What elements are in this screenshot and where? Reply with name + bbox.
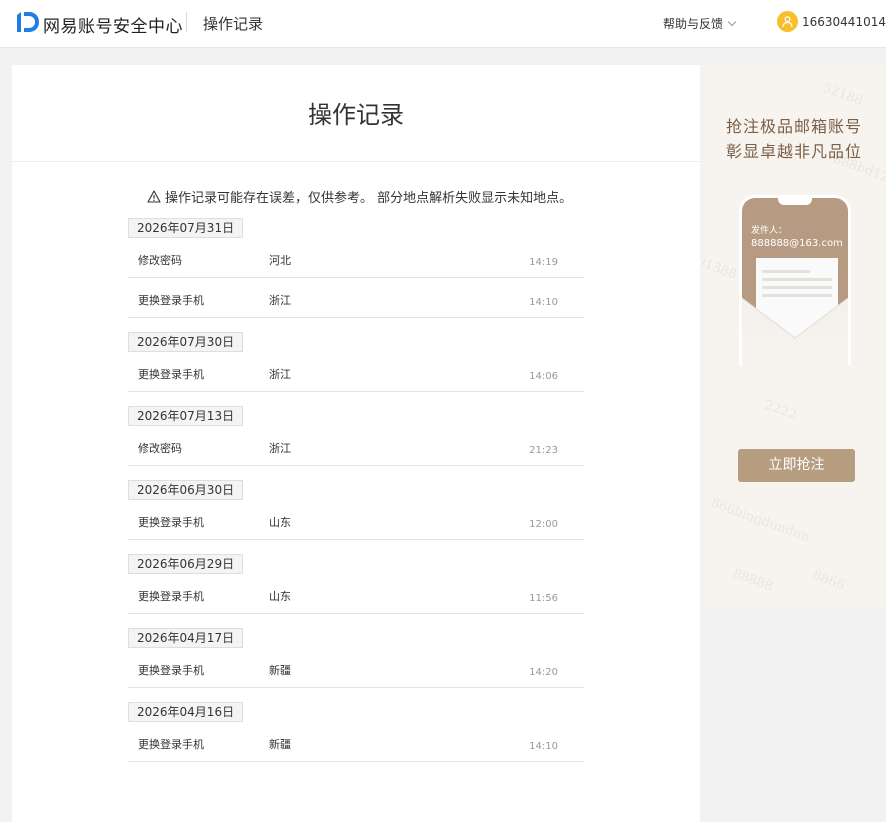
record-group: 2026年07月30日 更换登录手机 浙江 14:06 bbox=[128, 331, 584, 392]
record-group: 2026年07月13日 修改密码 浙江 21:23 bbox=[128, 405, 584, 466]
page-title: 操作记录 bbox=[308, 101, 404, 129]
help-feedback-menu[interactable]: 帮助与反馈 bbox=[663, 15, 737, 32]
sender-label: 发件人： bbox=[751, 226, 788, 236]
table-row: 更换登录手机 山东 11:56 bbox=[128, 574, 584, 614]
ad-headline-2: 彰显卓越非凡品位 bbox=[725, 142, 862, 161]
record-time: 14:10 bbox=[529, 297, 558, 308]
netease-id-logo-icon[interactable] bbox=[16, 11, 40, 33]
username: 16630441014 bbox=[802, 14, 886, 29]
top-header: 网易账号安全中心 操作记录 帮助与反馈 16630441014 bbox=[0, 0, 886, 48]
envelope-icon bbox=[742, 298, 848, 365]
email-promo-ad[interactable]: 52188 888bd12 91388 2222 866bingdundun 8… bbox=[702, 65, 886, 609]
operation-records-card: 操作记录 操作记录可能存在误差，仅供参考。 部分地点解析失败显示未知地点。 20… bbox=[12, 65, 700, 822]
record-group: 2026年06月30日 更换登录手机 山东 12:00 bbox=[128, 479, 584, 540]
table-row: 更换登录手机 浙江 14:06 bbox=[128, 352, 584, 392]
phone-notch bbox=[778, 198, 812, 205]
record-action: 更换登录手机 bbox=[138, 664, 204, 677]
title-divider bbox=[12, 161, 700, 162]
notice: 操作记录可能存在误差，仅供参考。 部分地点解析失败显示未知地点。 bbox=[147, 187, 572, 206]
user-icon bbox=[782, 16, 793, 28]
record-time: 14:06 bbox=[529, 371, 558, 382]
table-row: 更换登录手机 新疆 14:20 bbox=[128, 648, 584, 688]
header-divider bbox=[186, 12, 187, 32]
table-row: 更换登录手机 新疆 14:10 bbox=[128, 722, 584, 762]
record-location: 新疆 bbox=[269, 738, 291, 751]
date-tag: 2026年06月29日 bbox=[128, 554, 244, 574]
record-group: 2026年04月16日 更换登录手机 新疆 14:10 bbox=[128, 701, 584, 762]
table-row: 更换登录手机 浙江 14:10 bbox=[128, 278, 584, 318]
record-time: 21:23 bbox=[529, 445, 558, 456]
register-now-button[interactable]: 立即抢注 bbox=[738, 449, 855, 482]
chevron-down-icon bbox=[727, 17, 737, 26]
date-tag: 2026年07月31日 bbox=[128, 218, 244, 238]
ad-watermark: 52188 bbox=[820, 80, 865, 109]
table-row: 更换登录手机 山东 12:00 bbox=[128, 500, 584, 540]
notice-text: 操作记录可能存在误差，仅供参考。 部分地点解析失败显示未知地点。 bbox=[165, 191, 573, 206]
record-group: 2026年06月29日 更换登录手机 山东 11:56 bbox=[128, 553, 584, 614]
record-group: 2026年04月17日 更换登录手机 新疆 14:20 bbox=[128, 627, 584, 688]
record-time: 14:19 bbox=[529, 257, 558, 268]
ad-watermark: 2222 bbox=[762, 397, 799, 424]
date-tag: 2026年07月30日 bbox=[128, 332, 244, 352]
record-location: 浙江 bbox=[269, 294, 291, 307]
record-action: 更换登录手机 bbox=[138, 368, 204, 381]
record-time: 12:00 bbox=[529, 519, 558, 530]
record-action: 修改密码 bbox=[138, 442, 182, 455]
phone-illustration: 发件人： 888888@163.com bbox=[739, 195, 851, 365]
record-action: 更换登录手机 bbox=[138, 590, 204, 603]
sender-email: 888888@163.com bbox=[751, 238, 843, 249]
date-tag: 2026年04月17日 bbox=[128, 628, 244, 648]
date-tag: 2026年04月16日 bbox=[128, 702, 244, 722]
record-location: 新疆 bbox=[269, 664, 291, 677]
ad-watermark: 88888 bbox=[730, 566, 775, 595]
date-tag: 2026年07月13日 bbox=[128, 406, 244, 426]
records-list: 2026年07月31日 修改密码 河北 14:19 更换登录手机 浙江 14:1… bbox=[128, 217, 584, 762]
table-row: 修改密码 浙江 21:23 bbox=[128, 426, 584, 466]
header-page-label: 操作记录 bbox=[203, 15, 264, 33]
brand-name[interactable]: 网易账号安全中心 bbox=[43, 12, 183, 37]
table-row: 修改密码 河北 14:19 bbox=[128, 238, 584, 278]
record-action: 更换登录手机 bbox=[138, 738, 204, 751]
ad-watermark: 866bingdundun bbox=[708, 495, 812, 546]
ad-headline-1: 抢注极品邮箱账号 bbox=[725, 117, 862, 136]
record-location: 山东 bbox=[269, 590, 291, 603]
record-action: 更换登录手机 bbox=[138, 294, 204, 307]
record-time: 14:20 bbox=[529, 667, 558, 678]
record-location: 浙江 bbox=[269, 442, 291, 455]
record-action: 修改密码 bbox=[138, 254, 182, 267]
record-action: 更换登录手机 bbox=[138, 516, 204, 529]
record-time: 11:56 bbox=[529, 593, 558, 604]
date-tag: 2026年06月30日 bbox=[128, 480, 244, 500]
warning-icon bbox=[147, 190, 161, 203]
user-menu[interactable]: 16630441014 bbox=[777, 11, 886, 32]
record-location: 山东 bbox=[269, 516, 291, 529]
help-feedback-label: 帮助与反馈 bbox=[663, 17, 724, 31]
record-location: 浙江 bbox=[269, 368, 291, 381]
ad-watermark: 8866 bbox=[810, 567, 847, 594]
record-time: 14:10 bbox=[529, 741, 558, 752]
ad-watermark: 91388 bbox=[702, 254, 739, 283]
avatar bbox=[777, 11, 798, 32]
record-location: 河北 bbox=[269, 254, 291, 267]
record-group: 2026年07月31日 修改密码 河北 14:19 更换登录手机 浙江 14:1… bbox=[128, 217, 584, 318]
